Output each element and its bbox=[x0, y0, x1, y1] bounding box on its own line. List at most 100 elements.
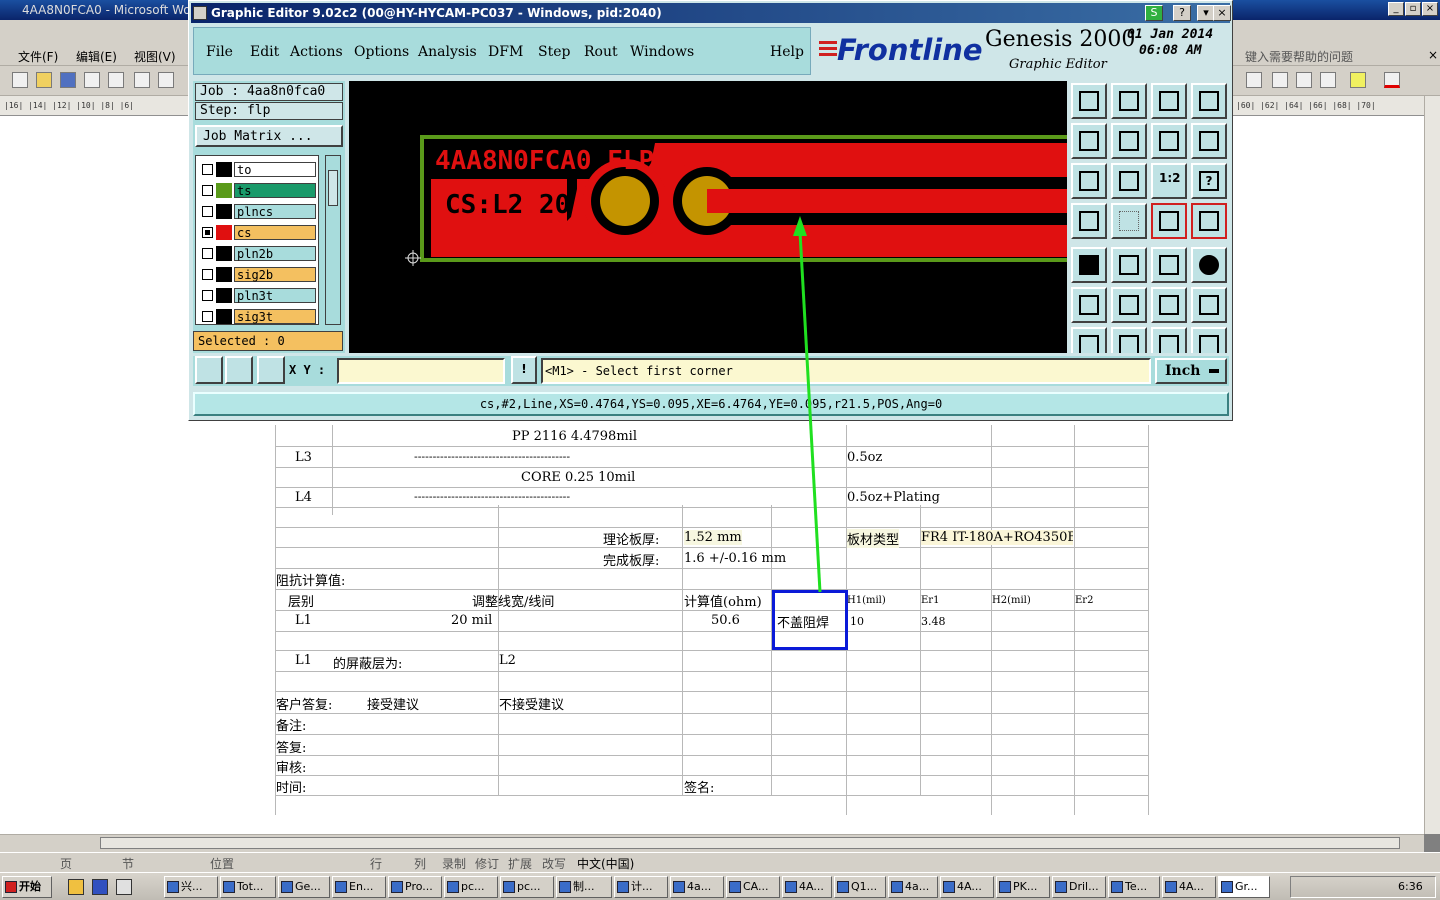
split-icon[interactable] bbox=[1191, 327, 1227, 353]
layer-row-to[interactable]: to bbox=[202, 162, 316, 177]
taskbar-item[interactable]: Pro... bbox=[388, 876, 442, 898]
menu-actions[interactable]: Actions bbox=[290, 44, 343, 60]
menu-edit[interactable]: Edit bbox=[250, 44, 279, 60]
arrow-icon[interactable] bbox=[1111, 327, 1147, 353]
taskbar-item[interactable]: 兴... bbox=[164, 876, 218, 898]
taskbar-item[interactable]: 4a... bbox=[670, 876, 724, 898]
layer-name[interactable]: sig3t bbox=[234, 309, 316, 324]
redo-icon[interactable] bbox=[1191, 123, 1227, 159]
layer-row-pln3t[interactable]: pln3t bbox=[202, 288, 316, 303]
alert-icon[interactable]: ! bbox=[511, 356, 537, 384]
layer-name[interactable]: cs bbox=[234, 225, 316, 240]
start-button[interactable]: 开始 bbox=[2, 876, 52, 898]
new-icon[interactable] bbox=[12, 72, 28, 88]
accept-option[interactable]: 接受建议 bbox=[367, 694, 419, 713]
layer-row-ts[interactable]: ts bbox=[202, 183, 316, 198]
taskbar-item[interactable]: Dril... bbox=[1052, 876, 1106, 898]
layer-checkbox[interactable] bbox=[202, 227, 213, 238]
pad-icon[interactable] bbox=[1071, 247, 1107, 283]
menu-step[interactable]: Step bbox=[538, 44, 570, 60]
quick-launch-icon[interactable] bbox=[68, 879, 84, 895]
doc-close-icon[interactable]: × bbox=[1428, 48, 1438, 62]
home-icon[interactable] bbox=[1151, 83, 1187, 119]
layer-row-sig2b[interactable]: sig2b bbox=[202, 267, 316, 282]
highlight-icon[interactable] bbox=[1350, 72, 1366, 88]
copy-layer-icon[interactable] bbox=[1071, 83, 1107, 119]
taskbar-item[interactable]: Gr... bbox=[1218, 876, 1270, 898]
menu-help[interactable]: Help bbox=[770, 44, 804, 60]
quick-launch-icon[interactable] bbox=[116, 879, 132, 895]
taskbar-item[interactable]: En... bbox=[332, 876, 386, 898]
settings-icon[interactable] bbox=[1071, 203, 1107, 239]
vertical-scrollbar[interactable] bbox=[1424, 96, 1440, 834]
taskbar-item[interactable]: 4A... bbox=[1162, 876, 1216, 898]
slash-icon[interactable] bbox=[1071, 327, 1107, 353]
layer-checkbox[interactable] bbox=[202, 311, 213, 322]
scroll-thumb[interactable] bbox=[328, 170, 338, 206]
layer-checkbox[interactable] bbox=[202, 269, 213, 280]
layer-checkbox[interactable] bbox=[202, 248, 213, 259]
xy-input[interactable] bbox=[337, 358, 505, 384]
permission-icon[interactable] bbox=[84, 72, 100, 88]
move-layer-icon[interactable] bbox=[1111, 83, 1147, 119]
pan-right-icon[interactable] bbox=[1111, 123, 1147, 159]
layer-name[interactable]: ts bbox=[234, 183, 316, 198]
taskbar-item[interactable]: 计... bbox=[614, 876, 668, 898]
graphic-canvas[interactable]: 4AA8N0FCA0 FLP CS:L2 20 bbox=[349, 81, 1067, 353]
layers-config-icon[interactable] bbox=[1191, 203, 1227, 239]
menu-windows[interactable]: Windows bbox=[630, 44, 694, 60]
ruler-icon[interactable] bbox=[1151, 247, 1187, 283]
taskbar-item[interactable]: Ge... bbox=[278, 876, 330, 898]
layer-row-pln2b[interactable]: pln2b bbox=[202, 246, 316, 261]
grid-toggle-icon[interactable] bbox=[1111, 203, 1147, 239]
connect-icon[interactable] bbox=[1151, 287, 1187, 323]
taskbar-item[interactable]: CA... bbox=[726, 876, 780, 898]
preview-icon[interactable] bbox=[158, 72, 174, 88]
restore-button[interactable]: ▫ bbox=[1405, 2, 1421, 16]
undo-zoom-icon[interactable] bbox=[1151, 123, 1187, 159]
menu-file[interactable]: File bbox=[206, 44, 233, 60]
align-icon[interactable] bbox=[1246, 72, 1262, 88]
print-icon[interactable] bbox=[134, 72, 150, 88]
pan-left-icon[interactable] bbox=[1071, 123, 1107, 159]
layer-name[interactable]: plncs bbox=[234, 204, 316, 219]
units-dropdown[interactable]: Inch bbox=[1155, 358, 1227, 384]
save-icon[interactable] bbox=[60, 72, 76, 88]
window-zoom-icon[interactable] bbox=[1191, 83, 1227, 119]
taskbar-item[interactable]: PK... bbox=[996, 876, 1050, 898]
font-color-icon[interactable] bbox=[1384, 72, 1400, 88]
menu-analysis[interactable]: Analysis bbox=[418, 44, 477, 60]
layer-checkbox[interactable] bbox=[202, 290, 213, 301]
layer-row-sig3t[interactable]: sig3t bbox=[202, 309, 316, 324]
measure-icon[interactable] bbox=[225, 356, 253, 384]
menu-rout[interactable]: Rout bbox=[584, 44, 618, 60]
rotate-icon[interactable] bbox=[1151, 327, 1187, 353]
minimize-button[interactable]: _ bbox=[1388, 2, 1404, 16]
layer-row-cs[interactable]: cs bbox=[202, 225, 316, 240]
zoom-fit-icon[interactable] bbox=[1071, 163, 1107, 199]
taskbar-item[interactable]: 制... bbox=[556, 876, 612, 898]
layer-checkbox[interactable] bbox=[202, 185, 213, 196]
cross-icon[interactable] bbox=[1111, 287, 1147, 323]
close-icon[interactable]: × bbox=[1213, 5, 1231, 21]
quick-launch-icon[interactable] bbox=[92, 879, 108, 895]
connect-red-icon[interactable] bbox=[1191, 287, 1227, 323]
taskbar-item[interactable]: Tot... bbox=[220, 876, 276, 898]
grid-icon[interactable] bbox=[257, 356, 285, 384]
menu-dfm[interactable]: DFM bbox=[488, 44, 523, 60]
circle-icon[interactable] bbox=[1191, 247, 1227, 283]
menu-file[interactable]: 文件(F) bbox=[18, 48, 58, 65]
taskbar-item[interactable]: pc... bbox=[444, 876, 498, 898]
help-icon[interactable]: ? bbox=[1173, 5, 1191, 21]
open-icon[interactable] bbox=[36, 72, 52, 88]
taskbar-item[interactable]: Te... bbox=[1108, 876, 1160, 898]
bullets-icon[interactable] bbox=[1296, 72, 1312, 88]
layer-name[interactable]: to bbox=[234, 162, 316, 177]
layer-checkbox[interactable] bbox=[202, 164, 213, 175]
taskbar-item[interactable]: Q1... bbox=[834, 876, 886, 898]
indent-icon[interactable] bbox=[1320, 72, 1336, 88]
query-icon[interactable]: ? bbox=[1191, 163, 1227, 199]
help-search-input[interactable]: 键入需要帮助的问题 bbox=[1245, 48, 1353, 65]
taskbar-item[interactable]: 4A... bbox=[782, 876, 832, 898]
menu-view[interactable]: 视图(V) bbox=[134, 48, 176, 65]
